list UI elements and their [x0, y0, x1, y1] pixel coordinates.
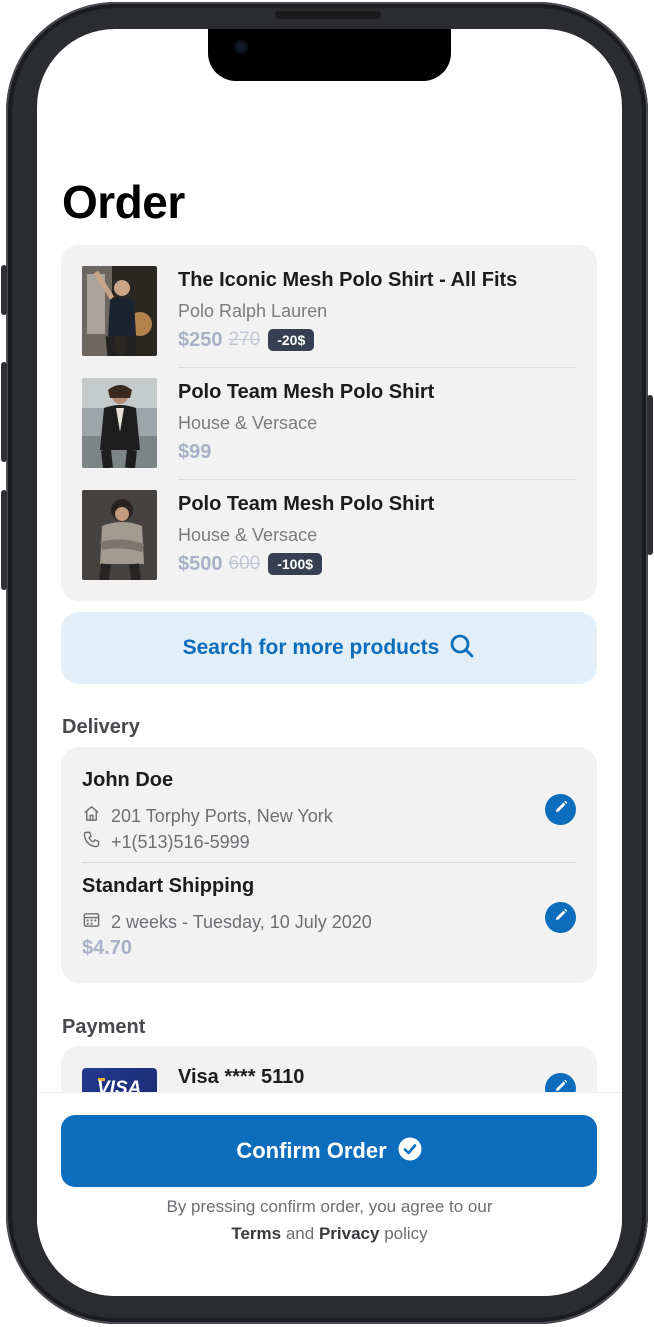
shipping-method-name: Standart Shipping	[82, 875, 255, 897]
products-card: The Iconic Mesh Polo Shirt - All Fits Po…	[61, 245, 597, 601]
shipping-eta-text: 2 weeks - Tuesday, 10 July 2020	[111, 911, 372, 932]
terms-notice-line-2: Terms and Privacy policy	[37, 1224, 622, 1244]
calendar-icon	[82, 910, 101, 934]
product-item[interactable]: Polo Team Mesh Polo Shirt House & Versac…	[82, 490, 576, 602]
address-line: 201 Torphy Ports, New York	[82, 804, 333, 828]
address-text: 201 Torphy Ports, New York	[111, 805, 333, 826]
divider	[178, 479, 576, 480]
volume-down-button	[1, 490, 7, 590]
power-button	[647, 395, 653, 555]
search-icon	[449, 633, 475, 664]
phone-line: +1(513)516-5999	[82, 830, 250, 854]
screen: Order The Iconic Mesh Polo Shirt - All F…	[37, 29, 622, 1296]
terms-link[interactable]: Terms	[231, 1224, 281, 1243]
payment-card-label: Visa **** 5110	[178, 1066, 305, 1088]
discount-badge: -20$	[268, 329, 315, 351]
delivery-card: John Doe 201 Torphy Ports, New York +1(5…	[61, 747, 597, 983]
search-more-products-button[interactable]: Search for more products	[61, 612, 597, 684]
product-price-row: $99	[178, 438, 211, 466]
shipping-eta-line: 2 weeks - Tuesday, 10 July 2020	[82, 910, 372, 934]
product-image	[82, 266, 157, 356]
product-price: $500	[178, 552, 223, 575]
shipping-price: $4.70	[82, 937, 133, 959]
product-brand: House & Versace	[178, 413, 318, 433]
product-old-price: 600	[228, 553, 261, 574]
pencil-icon	[553, 907, 569, 928]
order-page: Order The Iconic Mesh Polo Shirt - All F…	[37, 29, 622, 1296]
product-image	[82, 378, 157, 468]
page-title: Order	[62, 176, 185, 228]
front-camera	[234, 40, 248, 54]
action-button	[1, 265, 7, 315]
edit-address-button[interactable]	[545, 794, 576, 825]
notch	[208, 29, 451, 81]
check-circle-icon	[398, 1137, 422, 1166]
product-brand: House & Versace	[178, 525, 318, 545]
product-name: The Iconic Mesh Polo Shirt - All Fits	[178, 269, 518, 291]
volume-up-button	[1, 362, 7, 462]
confirm-order-label: Confirm Order	[236, 1138, 387, 1163]
delivery-section-title: Delivery	[62, 716, 140, 738]
privacy-link[interactable]: Privacy	[319, 1224, 380, 1243]
product-price-row: $250 270 -20$	[178, 326, 315, 354]
terms-suffix-text: policy	[384, 1224, 428, 1243]
phone-text: +1(513)516-5999	[111, 831, 250, 852]
bottom-action-panel: Confirm Order By pressing confirm order,…	[37, 1093, 622, 1296]
product-old-price: 270	[228, 329, 261, 350]
speaker-slot	[275, 11, 381, 19]
terms-and-text: and	[285, 1224, 315, 1243]
discount-badge: -100$	[268, 553, 323, 575]
pencil-icon	[553, 799, 569, 820]
divider	[178, 367, 576, 368]
product-brand: Polo Ralph Lauren	[178, 301, 328, 321]
home-icon	[82, 804, 101, 828]
recipient-name: John Doe	[82, 769, 174, 791]
product-name: Polo Team Mesh Polo Shirt	[178, 493, 435, 515]
product-item[interactable]: Polo Team Mesh Polo Shirt House & Versac…	[82, 378, 576, 490]
divider	[82, 862, 576, 863]
product-name: Polo Team Mesh Polo Shirt	[178, 381, 435, 403]
product-price: $250	[178, 328, 223, 351]
phone-icon	[82, 830, 101, 854]
product-price: $99	[178, 440, 212, 463]
product-image	[82, 490, 157, 580]
product-price-row: $500 600 -100$	[178, 550, 323, 578]
edit-shipping-button[interactable]	[545, 902, 576, 933]
terms-notice-line-1: By pressing confirm order, you agree to …	[166, 1197, 493, 1216]
product-item[interactable]: The Iconic Mesh Polo Shirt - All Fits Po…	[82, 266, 576, 378]
search-more-products-label: Search for more products	[182, 636, 440, 659]
payment-section-title: Payment	[62, 1016, 146, 1038]
confirm-order-button[interactable]: Confirm Order	[61, 1115, 597, 1187]
